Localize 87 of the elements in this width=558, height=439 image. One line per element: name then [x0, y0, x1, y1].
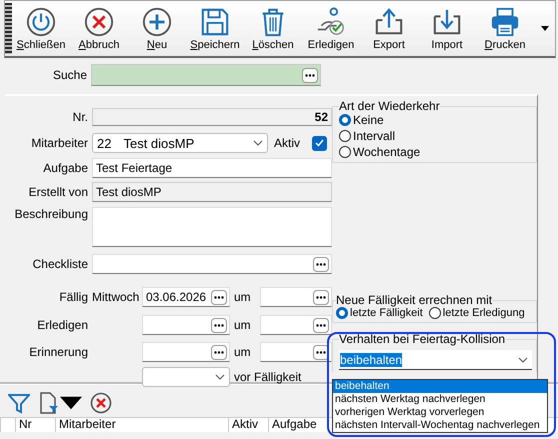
search-field[interactable] [91, 64, 321, 86]
column-header[interactable]: Mitarbeiter [55, 418, 228, 432]
radio-option[interactable]: letzte Erledigung [428, 307, 525, 319]
field-label: Erinnerung [28, 345, 88, 359]
toolbar-button[interactable]: Löschen [244, 1, 302, 56]
toolbar-button[interactable]: Drucken [476, 1, 534, 56]
clear-filter-button[interactable] [90, 392, 112, 414]
chevron-down-icon [518, 356, 528, 362]
dropdown-option[interactable]: beibehalten [333, 380, 547, 393]
ellipsis-icon [214, 324, 224, 326]
toolbar-button[interactable]: Abbruch [70, 1, 128, 56]
browse-button[interactable] [211, 318, 227, 332]
toolbar-button[interactable]: Schließen [12, 1, 70, 56]
field-label: Erstellt von [28, 185, 88, 199]
toolbar-button[interactable]: Import [418, 1, 476, 56]
time-label: um [234, 345, 252, 359]
radio-option[interactable]: Keine [339, 113, 532, 127]
field-label: Nr. [72, 110, 88, 124]
created-by-field: Test diosMP [92, 182, 332, 202]
funnel-icon [8, 392, 30, 414]
dropdown-arrow-icon[interactable] [541, 26, 549, 31]
radio-option[interactable]: Wochentage [339, 145, 532, 159]
chevron-down-icon [253, 140, 263, 146]
checklist-field[interactable] [92, 254, 332, 274]
printer-icon [490, 7, 520, 37]
ellipsis-icon [305, 74, 315, 76]
before-due-label: vor Fälligkeit [234, 370, 302, 384]
search-label: Suche [52, 68, 88, 82]
chevron-down-icon [215, 374, 225, 380]
weekday-text: Mittwoch [92, 290, 138, 304]
filter-button[interactable] [8, 392, 30, 414]
filter-document-button[interactable] [38, 392, 82, 414]
export-icon [374, 7, 404, 37]
browse-button[interactable] [302, 68, 318, 82]
browse-button[interactable] [313, 256, 329, 272]
toolbar-button[interactable]: Neu [128, 1, 186, 56]
active-label: Aktiv [274, 136, 300, 150]
group-title: Neue Fälligkeit errechnen mit [336, 293, 492, 307]
description-field[interactable] [92, 207, 332, 247]
ellipsis-icon [316, 324, 326, 326]
field-label: Checkliste [32, 257, 88, 271]
plus-icon [142, 7, 172, 37]
time-label: um [234, 290, 252, 304]
time-label: um [234, 318, 252, 332]
browse-button[interactable] [211, 344, 227, 360]
document-filter-icon [38, 392, 60, 414]
grip-handle[interactable] [5, 3, 12, 54]
cancel-icon [90, 392, 112, 414]
import-icon [432, 7, 462, 37]
employee-select[interactable]: 22 Test diosMP [92, 133, 268, 153]
ellipsis-icon [316, 262, 326, 266]
toolbar-button[interactable]: Erledigen [302, 1, 360, 56]
holiday-select[interactable]: beibehalten [339, 350, 532, 370]
time-field[interactable] [260, 315, 332, 335]
toolbar-button[interactable]: Speichern [186, 1, 244, 56]
time-field[interactable] [260, 342, 332, 362]
power-icon [26, 7, 56, 37]
group-title: Art der Wiederkehr [339, 99, 440, 113]
browse-button[interactable] [313, 290, 329, 304]
cancel-icon [84, 7, 114, 37]
group-title: Verhalten bei Feiertag-Kollision [339, 332, 506, 346]
check-icon [315, 139, 324, 147]
number-field: 52 [92, 108, 332, 126]
field-label: Beschreibung [14, 207, 88, 223]
column-header[interactable]: Nr [15, 418, 55, 432]
radio-option[interactable]: letzte Fälligkeit [336, 307, 423, 319]
browse-button[interactable] [313, 318, 329, 332]
date-field[interactable] [142, 342, 230, 362]
ellipsis-icon [214, 350, 224, 354]
field-label: Erledigen [36, 318, 88, 332]
radio-option[interactable]: Intervall [339, 129, 532, 143]
ellipsis-icon [316, 296, 326, 298]
hand-check-icon [316, 7, 346, 37]
toolbar-button[interactable]: Export [360, 1, 418, 56]
date-field[interactable] [142, 315, 230, 335]
column-header[interactable]: Aktiv [228, 418, 268, 432]
ellipsis-icon [214, 296, 224, 298]
ellipsis-icon [316, 350, 326, 354]
field-label: Fällig [58, 290, 88, 304]
date-field[interactable]: 03.06.2026 [142, 287, 230, 307]
active-checkbox[interactable] [312, 136, 328, 150]
browse-button[interactable] [211, 290, 227, 304]
field-label: Aufgabe [42, 161, 88, 175]
field-label: Mitarbeiter [30, 136, 88, 150]
task-field[interactable]: Test Feiertage [92, 158, 332, 178]
time-field[interactable] [260, 287, 332, 307]
date-value: 03.06.2026 [146, 290, 206, 304]
